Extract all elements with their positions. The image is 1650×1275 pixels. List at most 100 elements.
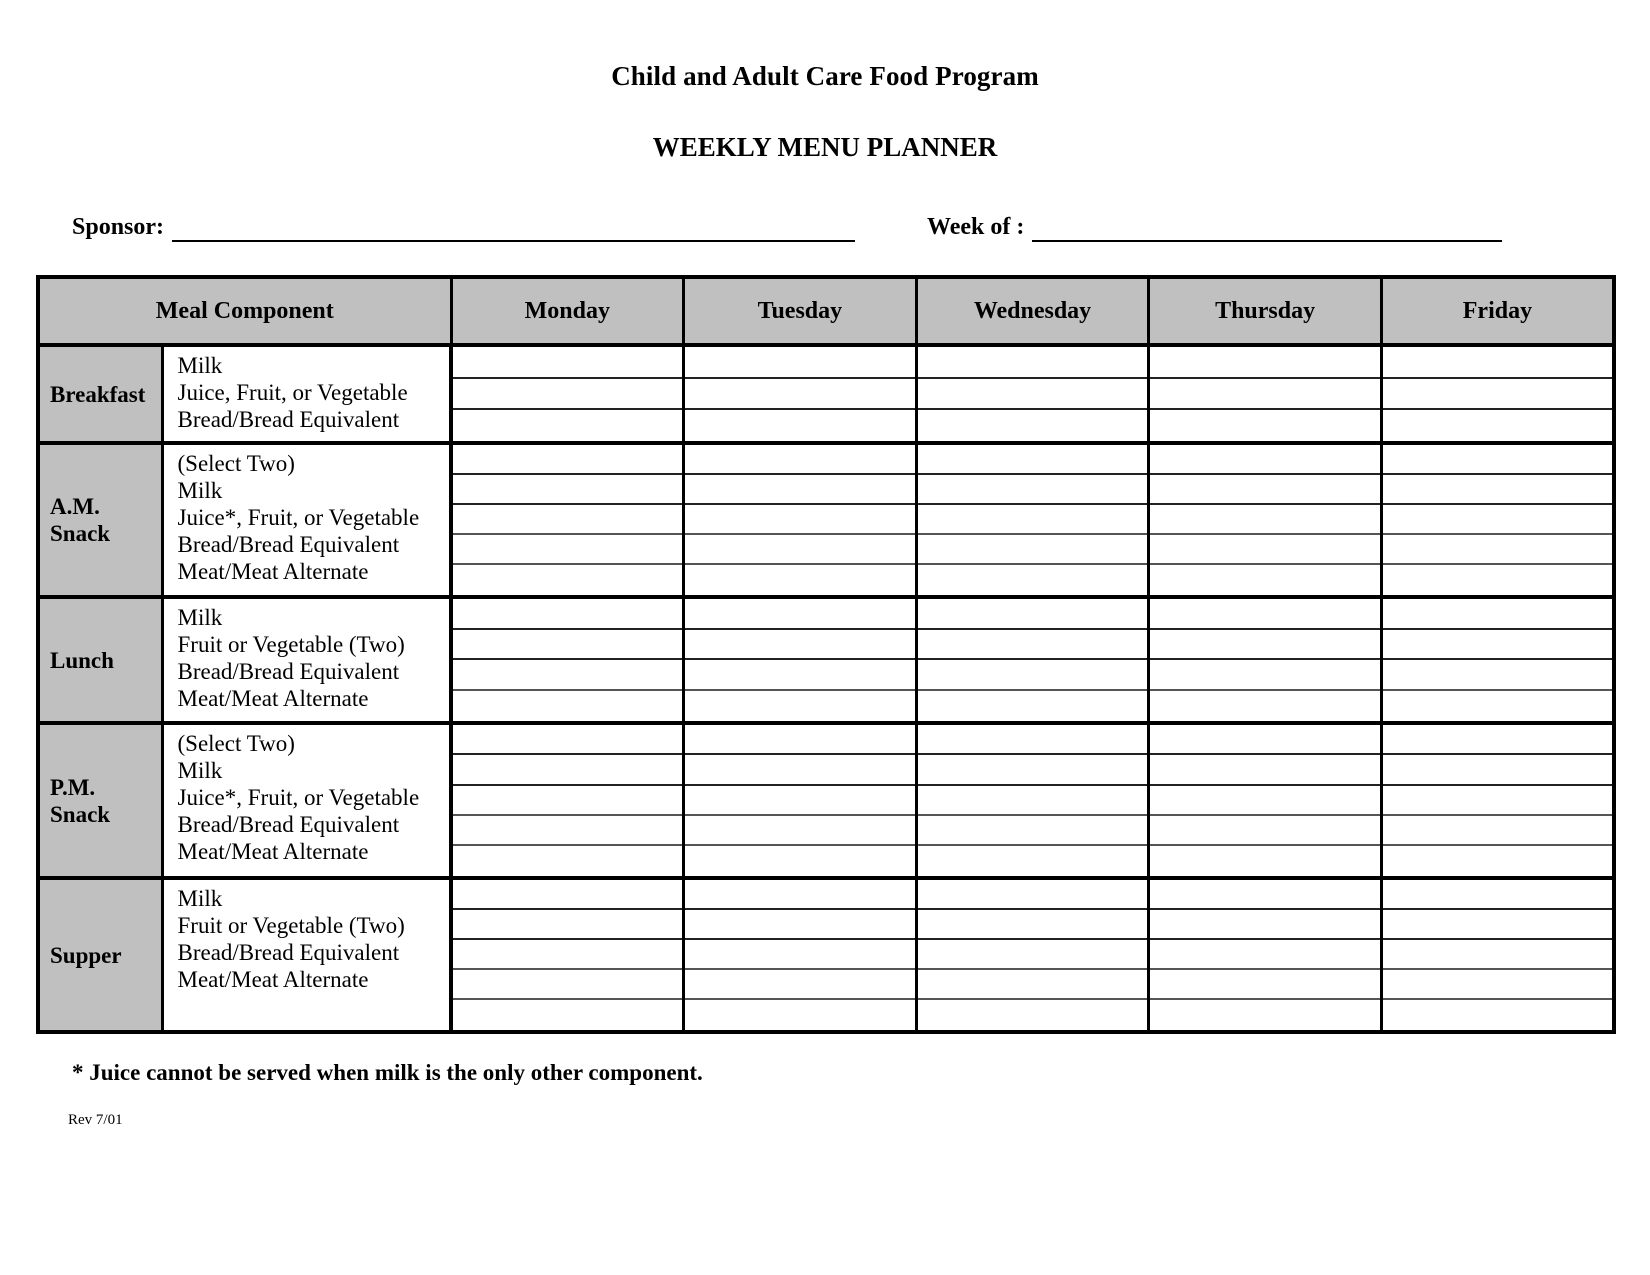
entry-slot[interactable] [453, 410, 682, 441]
entry-slot[interactable] [917, 347, 1148, 379]
entry-slot[interactable] [453, 535, 683, 566]
entry-slot[interactable] [1150, 910, 1380, 941]
entry-slot[interactable] [685, 347, 915, 379]
entry-slot[interactable] [1150, 816, 1380, 846]
entry-slot[interactable] [1150, 445, 1380, 475]
entry-slot[interactable] [685, 816, 915, 846]
entry-slot[interactable] [453, 630, 683, 661]
entry-slot[interactable] [685, 725, 915, 756]
entry-slot[interactable] [453, 786, 683, 816]
entry-slot[interactable] [917, 725, 1148, 756]
entry-slot[interactable] [685, 410, 915, 441]
entry-slot[interactable] [1150, 846, 1380, 876]
entry-slot[interactable] [685, 940, 915, 971]
entry-slot[interactable] [1382, 940, 1612, 971]
entry-slot[interactable] [917, 786, 1148, 816]
entry-slot[interactable] [685, 880, 915, 910]
entry-slot[interactable] [685, 630, 915, 661]
entry-slot[interactable] [918, 846, 1148, 876]
entry-slot[interactable] [685, 660, 915, 691]
entry-slot[interactable] [685, 475, 915, 506]
entry-slot[interactable] [685, 691, 915, 722]
entry-slot[interactable] [917, 910, 1148, 941]
entry-slot[interactable] [917, 445, 1148, 475]
entry-slot[interactable] [685, 846, 915, 876]
entry-slot[interactable] [1150, 505, 1380, 536]
entry-slot[interactable] [453, 691, 682, 722]
entry-slot[interactable] [918, 691, 1148, 722]
entry-slot[interactable] [453, 379, 683, 410]
entry-slot[interactable] [1383, 1000, 1612, 1030]
entry-slot[interactable] [685, 910, 915, 941]
entry-slot[interactable] [453, 660, 683, 691]
entry-slot[interactable] [917, 379, 1148, 410]
entry-slot[interactable] [1150, 1000, 1380, 1030]
entry-slot[interactable] [685, 970, 915, 1001]
entry-slot[interactable] [918, 1000, 1148, 1030]
entry-slot[interactable] [1382, 880, 1612, 910]
entry-slot[interactable] [685, 445, 915, 475]
entry-slot[interactable] [1382, 599, 1612, 630]
week-of-field[interactable]: Week of : [927, 214, 1503, 243]
entry-slot[interactable] [685, 786, 915, 816]
entry-slot[interactable] [918, 565, 1148, 595]
sponsor-field[interactable]: Sponsor: [72, 214, 856, 243]
entry-slot[interactable] [917, 599, 1148, 630]
entry-slot[interactable] [1150, 535, 1380, 566]
entry-slot[interactable] [1150, 410, 1380, 441]
entry-slot[interactable] [453, 880, 683, 910]
entry-slot[interactable] [453, 755, 683, 786]
entry-slot[interactable] [1382, 445, 1612, 475]
entry-slot[interactable] [453, 970, 683, 1001]
entry-slot[interactable] [1382, 505, 1612, 536]
entry-slot[interactable] [1382, 475, 1612, 506]
entry-slot[interactable] [917, 816, 1148, 846]
entry-slot[interactable] [685, 599, 915, 630]
entry-slot[interactable] [453, 475, 683, 506]
entry-slot[interactable] [1150, 599, 1380, 630]
entry-slot[interactable] [918, 410, 1148, 441]
entry-slot[interactable] [1382, 755, 1612, 786]
entry-slot[interactable] [1382, 660, 1612, 691]
entry-slot[interactable] [1382, 910, 1612, 941]
entry-slot[interactable] [1383, 691, 1612, 722]
entry-slot[interactable] [453, 445, 683, 475]
entry-slot[interactable] [685, 755, 915, 786]
entry-slot[interactable] [1150, 379, 1380, 410]
entry-slot[interactable] [1150, 725, 1380, 756]
entry-slot[interactable] [1150, 940, 1380, 971]
entry-slot[interactable] [685, 565, 915, 595]
entry-slot[interactable] [1382, 970, 1612, 1001]
entry-slot[interactable] [453, 347, 683, 379]
entry-slot[interactable] [1150, 565, 1380, 595]
entry-slot[interactable] [453, 1000, 682, 1030]
entry-slot[interactable] [1150, 630, 1380, 661]
entry-slot[interactable] [1150, 880, 1380, 910]
entry-slot[interactable] [1150, 347, 1380, 379]
entry-slot[interactable] [453, 816, 683, 846]
entry-slot[interactable] [917, 660, 1148, 691]
entry-slot[interactable] [453, 505, 683, 536]
entry-slot[interactable] [917, 755, 1148, 786]
entry-slot[interactable] [1150, 755, 1380, 786]
entry-slot[interactable] [1150, 660, 1380, 691]
entry-slot[interactable] [917, 475, 1148, 506]
entry-slot[interactable] [1382, 535, 1612, 566]
entry-slot[interactable] [917, 505, 1148, 536]
entry-slot[interactable] [453, 940, 683, 971]
entry-slot[interactable] [917, 940, 1148, 971]
entry-slot[interactable] [1382, 379, 1612, 410]
entry-slot[interactable] [1382, 347, 1612, 379]
entry-slot[interactable] [453, 725, 683, 756]
entry-slot[interactable] [1150, 475, 1380, 506]
entry-slot[interactable] [1382, 630, 1612, 661]
entry-slot[interactable] [685, 505, 915, 536]
entry-slot[interactable] [1383, 846, 1612, 876]
sponsor-input[interactable] [172, 221, 856, 243]
entry-slot[interactable] [1150, 691, 1380, 722]
entry-slot[interactable] [917, 535, 1148, 566]
entry-slot[interactable] [1382, 816, 1612, 846]
week-of-input[interactable] [1032, 221, 1503, 243]
entry-slot[interactable] [453, 846, 682, 876]
entry-slot[interactable] [453, 565, 682, 595]
